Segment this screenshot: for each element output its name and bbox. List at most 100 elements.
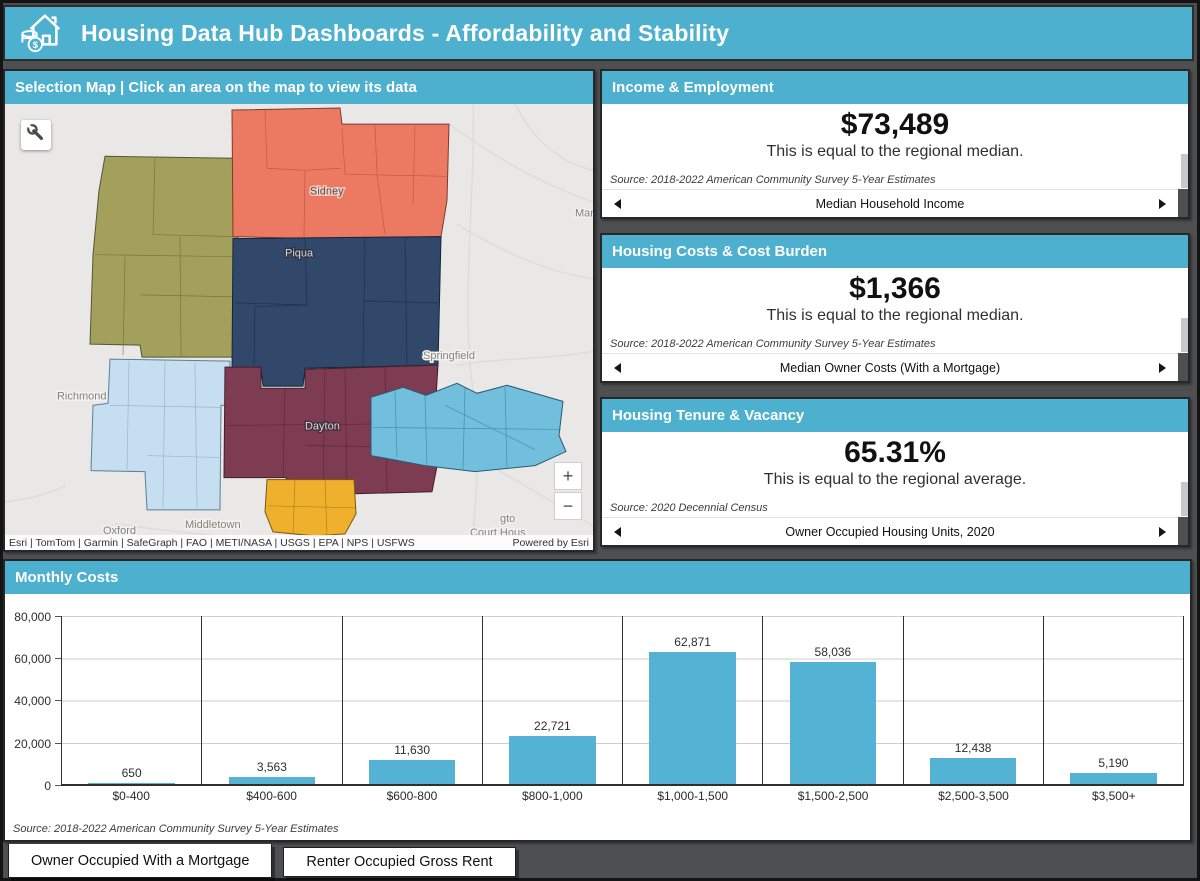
category-row: $0-400 $400-600 $600-800 $800-1,000 $1,000-1… bbox=[61, 789, 1184, 803]
carousel-bar: Median Owner Costs (With a Mortgage) bbox=[602, 353, 1178, 381]
powered-by-esri-text: Powered by Esri bbox=[512, 536, 589, 549]
map-label-middletown: Middletown bbox=[185, 519, 241, 531]
category-label: $400-600 bbox=[246, 789, 297, 803]
map-attribution-text: Esri | TomTom | Garmin | SafeGraph | FAO… bbox=[9, 536, 415, 549]
scrollbar-thumb[interactable] bbox=[1181, 482, 1188, 516]
bar-value-label: 62,871 bbox=[674, 634, 711, 649]
zoom-out-button[interactable]: − bbox=[554, 492, 582, 520]
category-label: $2,500-3,500 bbox=[938, 789, 1009, 803]
map-label-sidney: Sidney bbox=[310, 185, 344, 197]
app-header: $ Housing Data Hub Dashboards - Affordab… bbox=[3, 5, 1194, 61]
y-axis-tick-label: 20,000 bbox=[14, 736, 51, 751]
bar-value-label: 3,563 bbox=[256, 759, 287, 774]
y-axis-tick-mark bbox=[55, 700, 61, 702]
bar-cell: 650 bbox=[62, 616, 203, 784]
y-axis-tick-label: 0 bbox=[44, 779, 51, 793]
chart-area: 0 20,000 40,000 60,000 80,000 650 3,563 11,630… bbox=[5, 610, 1190, 793]
map-label-marysville-partial: Mar bbox=[575, 207, 593, 219]
y-axis-tick-label: 40,000 bbox=[14, 694, 51, 709]
carousel-next-icon[interactable] bbox=[1159, 526, 1166, 537]
panel-body: 65.31% This is equal to the regional ave… bbox=[602, 432, 1188, 517]
bar-value-label: 5,190 bbox=[1098, 756, 1129, 771]
map-attribution-bar: Esri | TomTom | Garmin | SafeGraph | FAO… bbox=[5, 535, 593, 550]
zoom-in-button[interactable]: + bbox=[554, 462, 582, 490]
bar-cell: 3,563 bbox=[202, 616, 343, 784]
bar-value-label: 12,438 bbox=[954, 740, 992, 755]
bar[interactable] bbox=[1070, 773, 1157, 784]
stat-value: $1,366 bbox=[849, 272, 941, 305]
map-label-richmond: Richmond bbox=[57, 390, 106, 402]
panel-body: $1,366 This is equal to the regional med… bbox=[602, 268, 1188, 353]
carousel-bar: Median Household Income bbox=[602, 189, 1178, 217]
stat-subtitle: This is equal to the regional median. bbox=[766, 307, 1024, 324]
stat-value: $73,489 bbox=[840, 108, 950, 141]
bar[interactable] bbox=[368, 759, 456, 784]
chart-body: 0 20,000 40,000 60,000 80,000 650 3,563 11,630… bbox=[5, 594, 1190, 840]
map-label-dayton: Dayton bbox=[305, 420, 340, 432]
carousel-prev-icon[interactable] bbox=[614, 526, 621, 537]
panel-title: Housing Tenure & Vacancy bbox=[612, 407, 805, 424]
map-region-north[interactable] bbox=[231, 107, 450, 255]
bar[interactable] bbox=[509, 736, 596, 784]
bar-value-label: 650 bbox=[121, 765, 142, 780]
monthly-costs-panel: Monthly Costs 0 20,000 40,000 60,000 80,000 … bbox=[3, 559, 1192, 842]
panel-header: Income & Employment bbox=[602, 71, 1188, 104]
stat-source: Source: 2018-2022 American Community Sur… bbox=[610, 338, 936, 350]
stat-source: Source: 2018-2022 American Community Sur… bbox=[610, 174, 936, 186]
carousel-next-icon[interactable] bbox=[1159, 362, 1166, 373]
panel-body: $73,489 This is equal to the regional me… bbox=[602, 104, 1188, 189]
category-label: $1,500-2,500 bbox=[797, 789, 869, 803]
income-employment-panel: Income & Employment $73,489 This is equa… bbox=[600, 69, 1190, 219]
housing-tenure-panel: Housing Tenure & Vacancy 65.31% This is … bbox=[600, 397, 1190, 547]
category-label: $800-1,000 bbox=[521, 789, 583, 803]
map-region-southwest[interactable] bbox=[90, 358, 231, 511]
bar-cell: 58,036 bbox=[763, 616, 904, 784]
bar[interactable] bbox=[789, 662, 877, 784]
category-label: $3,500+ bbox=[1091, 789, 1136, 803]
map-label-piqua: Piqua bbox=[285, 248, 314, 260]
carousel-prev-icon[interactable] bbox=[614, 362, 621, 373]
y-axis-tick-label: 60,000 bbox=[14, 652, 51, 667]
scrollbar-thumb[interactable] bbox=[1181, 318, 1188, 352]
bar-cell: 22,721 bbox=[483, 616, 623, 784]
map-label-wch-top: gto bbox=[500, 513, 515, 525]
scrollbar-thumb[interactable] bbox=[1181, 154, 1188, 188]
map-label-springfield: Springfield bbox=[423, 350, 475, 362]
panel-header: Housing Costs & Cost Burden bbox=[602, 235, 1188, 268]
y-axis-tick-mark bbox=[55, 785, 61, 786]
carousel-label: Median Household Income bbox=[815, 196, 965, 211]
chart-panel-header: Monthly Costs bbox=[5, 561, 1190, 594]
bar[interactable] bbox=[929, 757, 1017, 784]
tab-renter-occupied-gross-rent[interactable]: Renter Occupied Gross Rent bbox=[283, 847, 516, 877]
bar-cell: 5,190 bbox=[1044, 616, 1184, 784]
y-axis-tick-mark bbox=[55, 615, 61, 617]
category-label: $1,000-1,500 bbox=[657, 789, 729, 803]
housing-dollar-icon: $ bbox=[19, 8, 65, 59]
carousel-label: Owner Occupied Housing Units, 2020 bbox=[785, 524, 995, 539]
map-sketch-tool-button[interactable] bbox=[21, 120, 51, 150]
y-axis-tick-mark bbox=[55, 658, 61, 660]
bar[interactable] bbox=[88, 782, 175, 784]
map-zoom-control: + − bbox=[554, 462, 582, 520]
carousel-prev-icon[interactable] bbox=[614, 198, 621, 209]
bar[interactable] bbox=[228, 776, 316, 784]
map-region-central[interactable] bbox=[231, 236, 442, 387]
category-label: $600-800 bbox=[386, 789, 438, 803]
stat-source: Source: 2020 Decennial Census bbox=[610, 502, 768, 514]
wrench-icon bbox=[26, 123, 45, 147]
y-axis-tick-mark bbox=[55, 742, 61, 744]
bar-value-label: 11,630 bbox=[394, 742, 431, 757]
bar-value-label: 58,036 bbox=[814, 645, 852, 660]
bar-cell: 12,438 bbox=[904, 616, 1044, 784]
carousel-bar: Owner Occupied Housing Units, 2020 bbox=[602, 517, 1178, 545]
bar-value-label: 22,721 bbox=[534, 719, 571, 734]
stat-subtitle: This is equal to the regional average. bbox=[763, 471, 1027, 488]
stat-value: 65.31% bbox=[844, 436, 946, 469]
map-canvas[interactable]: Sidney Piqua Springfield Richmond Dayton… bbox=[5, 104, 593, 550]
bar-cell: 11,630 bbox=[343, 616, 483, 784]
dashboard-page: $ Housing Data Hub Dashboards - Affordab… bbox=[0, 0, 1200, 881]
carousel-next-icon[interactable] bbox=[1159, 198, 1166, 209]
map-svg: Sidney Piqua Springfield Richmond Dayton… bbox=[5, 104, 593, 550]
tab-owner-occupied-mortgage[interactable]: Owner Occupied With a Mortgage bbox=[8, 844, 273, 878]
bar[interactable] bbox=[649, 651, 736, 784]
